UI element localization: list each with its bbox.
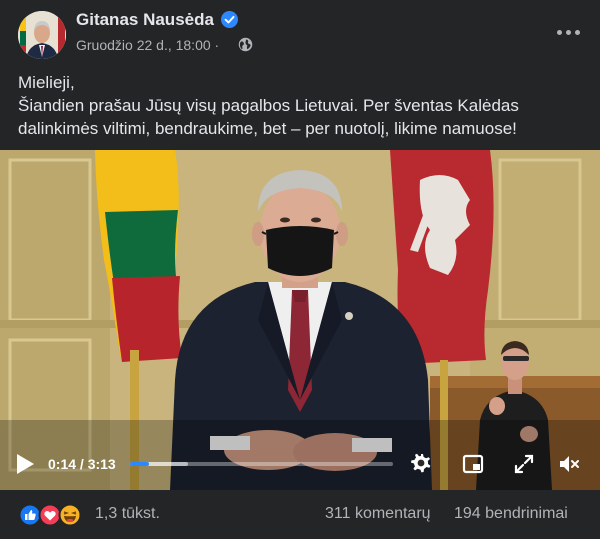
love-reaction-icon (38, 503, 62, 527)
post-footer: 1,3 tūkst. 311 komentarų 194 bendrinimai (0, 490, 600, 539)
picture-in-picture-icon[interactable] (461, 452, 485, 476)
haha-reaction-icon (58, 503, 82, 527)
reaction-count[interactable]: 1,3 tūkst. (95, 505, 160, 523)
message-line: Mielieji, (18, 73, 75, 92)
play-icon[interactable] (14, 452, 36, 476)
globe-icon[interactable] (238, 37, 253, 52)
author-name[interactable]: Gitanas Nausėda (76, 10, 214, 30)
post-date[interactable]: Gruodžio 22 d., 18:00 (76, 37, 211, 53)
comment-count[interactable]: 311 komentarų (325, 505, 431, 523)
video-time: 0:14 / 3:13 (48, 456, 116, 472)
like-reaction-icon (18, 503, 42, 527)
reactions-summary[interactable] (18, 503, 90, 527)
video-progress-fill (130, 462, 149, 466)
video-player[interactable] (0, 150, 600, 490)
video-progress-bar[interactable] (130, 462, 393, 466)
message-line: Šiandien prašau Jūsų visų pagalbos Lietu… (18, 96, 519, 115)
facebook-post: Gitanas Nausėda Gruodžio 22 d., 18:00 · … (0, 0, 600, 539)
gear-icon[interactable] (409, 452, 433, 476)
video-controls: 0:14 / 3:13 (0, 446, 600, 482)
fullscreen-icon[interactable] (512, 452, 536, 476)
message-line: dalinkimės viltimi, bendraukime, bet – p… (18, 119, 517, 138)
post-message: Mielieji, Šiandien prašau Jūsų visų paga… (18, 71, 588, 140)
video-frame (0, 150, 600, 490)
verified-badge-icon (221, 11, 238, 28)
avatar-portrait (18, 11, 66, 59)
volume-muted-icon[interactable] (557, 452, 581, 476)
meta-separator: · (214, 37, 220, 53)
author-avatar[interactable] (18, 11, 66, 59)
post-meta: Gruodžio 22 d., 18:00 · (76, 37, 219, 53)
share-count[interactable]: 194 bendrinimai (454, 505, 568, 523)
more-horizontal-icon[interactable] (553, 22, 583, 42)
